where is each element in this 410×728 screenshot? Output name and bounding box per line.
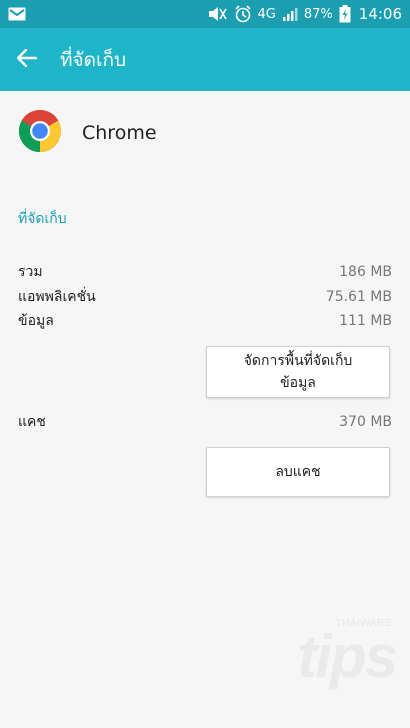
battery-charging-icon <box>339 5 351 23</box>
app-header: Chrome <box>0 91 410 175</box>
page-title: ที่จัดเก็บ <box>60 48 127 71</box>
manage-storage-button[interactable]: จัดการพื้นที่จัดเก็บ ข้อมูล <box>206 346 390 398</box>
clear-cache-button[interactable]: ลบแคช <box>206 447 390 497</box>
row-label: แอพพลิเคชั่น <box>18 289 96 305</box>
mute-icon <box>206 6 228 22</box>
back-button[interactable] <box>0 28 54 91</box>
signal-icon <box>282 6 298 22</box>
storage-content: Chrome ที่จัดเก็บ รวม 186 MB แอพพลิเคชั่… <box>0 91 410 497</box>
storage-row-data: ข้อมูล 111 MB <box>18 310 392 332</box>
app-name: Chrome <box>82 122 157 144</box>
cache-label: แคช <box>18 414 46 430</box>
cache-row: แคช 370 MB <box>18 411 392 433</box>
row-label: ข้อมูล <box>18 313 54 329</box>
cache-value: 370 MB <box>339 414 392 430</box>
mail-icon <box>8 7 26 21</box>
watermark-logo: THAIWARE tips <box>246 618 398 698</box>
chrome-logo-icon <box>18 109 62 157</box>
app-bar: ที่จัดเก็บ <box>0 28 410 91</box>
storage-row-application: แอพพลิเคชั่น 75.61 MB <box>18 286 392 308</box>
row-label: รวม <box>18 264 43 280</box>
section-title-storage: ที่จัดเก็บ <box>18 211 67 227</box>
arrow-back-icon <box>16 48 38 71</box>
manage-storage-label-line1: จัดการพื้นที่จัดเก็บ <box>243 353 353 369</box>
status-bar: 4G 87% 14:06 <box>0 0 410 28</box>
clock: 14:06 <box>358 5 402 23</box>
battery-percent: 87% <box>303 6 333 22</box>
watermark-text: tips <box>297 623 398 690</box>
storage-row-total: รวม 186 MB <box>18 261 392 283</box>
clear-cache-label: ลบแคช <box>275 464 321 480</box>
alarm-icon <box>234 5 252 23</box>
row-value: 111 MB <box>339 313 392 329</box>
manage-storage-label-line2: ข้อมูล <box>280 375 316 391</box>
network-type: 4G <box>257 6 276 22</box>
row-value: 186 MB <box>339 264 392 280</box>
row-value: 75.61 MB <box>325 289 392 305</box>
